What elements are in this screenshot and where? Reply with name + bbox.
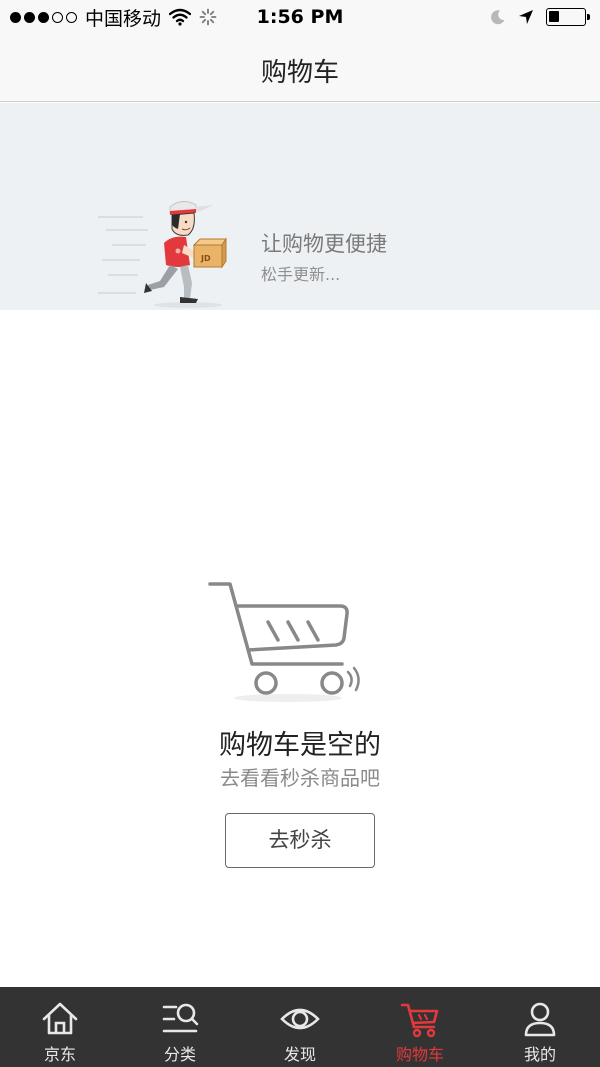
moon-icon (491, 10, 505, 25)
tab-label: 我的 (523, 1045, 556, 1064)
battery-icon (546, 8, 590, 26)
tab-label: 京东 (43, 1045, 76, 1064)
refresh-status: 松手更新... (261, 265, 341, 284)
tab-label: 发现 (283, 1045, 316, 1064)
delivery-mascot-icon: JD (98, 201, 227, 308)
tab-cart[interactable]: 购物车 (360, 987, 480, 1067)
home-icon (42, 1002, 78, 1035)
svg-text:JD: JD (200, 254, 211, 263)
tab-home[interactable]: 京东 (0, 987, 120, 1067)
tab-category[interactable]: 分类 (120, 987, 240, 1067)
empty-cart-icon (208, 582, 360, 702)
refresh-title: 让购物更便捷 (261, 232, 387, 256)
tab-bar: 京东 分类 发现 购物车 我的 (0, 987, 600, 1067)
tab-label: 分类 (163, 1045, 196, 1064)
tab-profile[interactable]: 我的 (480, 987, 600, 1067)
tab-label: 购物车 (395, 1045, 444, 1064)
eye-icon (280, 1008, 320, 1030)
user-icon (524, 1002, 556, 1037)
category-search-icon (162, 1003, 199, 1033)
navigation-bar: 购物车 (0, 34, 600, 102)
status-right (490, 5, 590, 29)
go-flash-sale-button[interactable]: 去秒杀 (225, 813, 375, 868)
cart-icon (400, 1003, 439, 1038)
status-bar: 中国移动 1:56 PM (0, 0, 600, 34)
tab-discover[interactable]: 发现 (240, 987, 360, 1067)
page-title: 购物车 (260, 58, 339, 88)
battery-level (549, 11, 559, 22)
location-arrow-icon (519, 10, 533, 24)
empty-cart-subtitle: 去看看秒杀商品吧 (220, 766, 380, 790)
empty-cart-title: 购物车是空的 (219, 730, 381, 761)
pull-to-refresh-area: JD 让购物更便捷 松手更新... (0, 103, 600, 310)
